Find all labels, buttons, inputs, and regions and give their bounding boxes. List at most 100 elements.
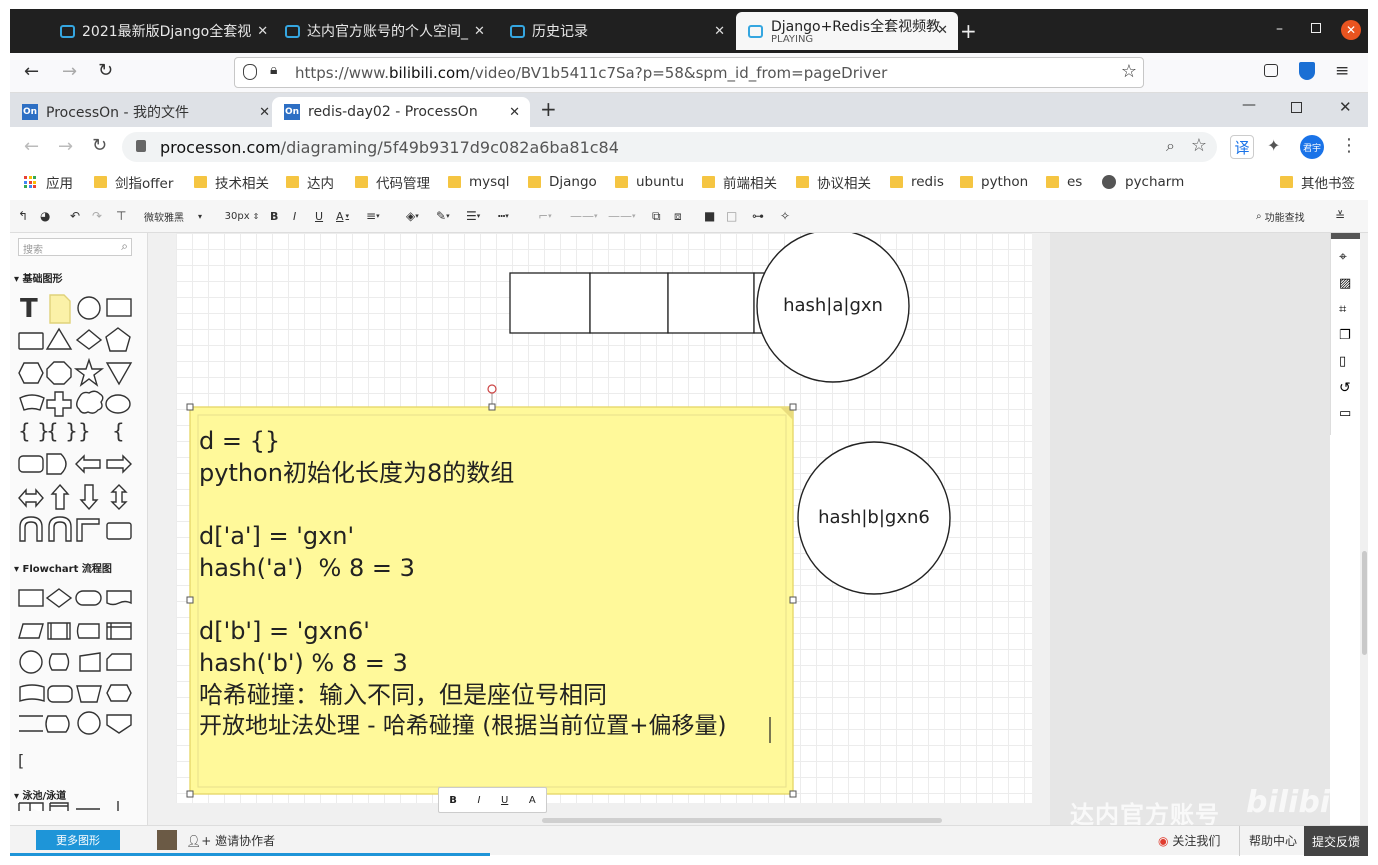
more-shapes-button[interactable]: 更多图形 — [36, 830, 120, 850]
chrome-tab-1[interactable]: On ProcessOn - 我的文件 ✕ — [22, 97, 270, 127]
fill-color-icon[interactable]: ◈ ▾ — [406, 208, 419, 224]
collapse-icon[interactable]: ≚ — [1335, 208, 1345, 224]
chrome-omnibox[interactable]: processon.com/diagraming/5f49b9317d9c082… — [122, 132, 1217, 162]
user-avatar[interactable] — [157, 830, 177, 850]
bold-button[interactable]: B — [270, 208, 278, 224]
undo-arrow-icon[interactable]: ↰ — [18, 208, 28, 224]
firefox-tab-3[interactable]: 历史记录 ✕ — [510, 9, 725, 53]
scroll-thumb[interactable] — [1362, 551, 1367, 655]
shape-grid[interactable]: T { } { } } {[ — [10, 291, 140, 811]
help-center-link[interactable]: 帮助中心 — [1249, 832, 1297, 849]
array-cell-1[interactable] — [509, 272, 591, 334]
vertical-scrollbar[interactable] — [1360, 233, 1368, 825]
invite-collaborator[interactable]: 👤︎+ 邀请协作者 — [186, 832, 275, 849]
font-family-select[interactable]: 微软雅黑 ▾ — [144, 208, 204, 224]
unlock-icon[interactable]: □ — [726, 208, 737, 224]
bookmark-folder[interactable]: es — [1046, 172, 1082, 192]
bring-front-icon[interactable]: ⧉ — [652, 208, 661, 224]
more-icon[interactable]: ⋮ — [1340, 135, 1358, 156]
line-width-icon[interactable]: ☰ ▾ — [466, 208, 480, 224]
close-icon[interactable]: ✕ — [474, 24, 485, 39]
new-tab-icon[interactable]: + — [540, 97, 557, 121]
note-text[interactable]: d = {} python初始化长度为8的数组 d['a'] = 'gxn' h… — [199, 426, 789, 743]
format-painter-icon[interactable]: ◕ — [40, 208, 50, 224]
bookmark-apps[interactable]: 应用 — [24, 172, 73, 192]
diagram-canvas[interactable]: hash|a|gxn hash|b|gxn6 d = {} python初始化长… — [148, 233, 1050, 825]
bookmark-folder[interactable]: Django — [528, 172, 597, 192]
bookmark-site[interactable]: pycharm — [1102, 172, 1184, 192]
bookmark-folder[interactable]: ubuntu — [615, 172, 684, 192]
brush-icon[interactable]: ⊤ — [116, 208, 126, 224]
array-cell-3[interactable] — [667, 272, 755, 334]
reload-icon[interactable]: ↻ — [92, 135, 107, 156]
bookmark-folder[interactable]: 达内 — [286, 172, 334, 192]
rotate-handle[interactable] — [487, 384, 497, 394]
lock-icon[interactable]: 🔒︎ — [270, 62, 277, 78]
font-color-button[interactable]: A ▾ — [336, 208, 349, 224]
forward-icon[interactable]: → — [62, 61, 77, 82]
underline-button[interactable]: U — [315, 208, 323, 224]
restore-icon[interactable] — [1291, 102, 1302, 113]
pocket-icon[interactable] — [1264, 64, 1278, 77]
array-cell-2[interactable] — [589, 272, 669, 334]
align-icon[interactable]: ≡ ▾ — [366, 208, 380, 224]
bookmark-folder[interactable]: mysql — [448, 172, 510, 192]
bookmark-folder[interactable]: 技术相关 — [194, 172, 269, 192]
star-icon[interactable]: ☆ — [1191, 135, 1207, 156]
document-icon[interactable]: ▯ — [1339, 354, 1346, 369]
maximize-icon[interactable] — [1311, 23, 1321, 33]
feature-search[interactable]: ⌕ 功能查找 — [1256, 208, 1305, 224]
minimize-icon[interactable]: – — [1276, 21, 1283, 37]
link-icon[interactable]: ⊶ — [752, 208, 764, 224]
firefox-tab-2[interactable]: 达内官方账号的个人空间_ ✕ — [285, 9, 485, 53]
bold-button[interactable]: B — [449, 795, 457, 806]
shield-icon[interactable] — [243, 64, 257, 80]
line-color-icon[interactable]: ✎ ▾ — [436, 208, 450, 224]
minimize-icon[interactable]: — — [1242, 97, 1256, 113]
avatar[interactable]: 君宇 — [1300, 135, 1324, 159]
back-icon[interactable]: ← — [24, 61, 39, 82]
window-close-icon[interactable]: ✕ — [1341, 20, 1361, 40]
line-style-icon[interactable]: ┅ ▾ — [498, 208, 509, 224]
translate-icon[interactable]: 译 — [1230, 135, 1254, 159]
comment-icon[interactable]: ▭ — [1339, 406, 1351, 421]
redo-icon[interactable]: ↷ — [92, 208, 102, 224]
lock-icon[interactable]: ■ — [704, 208, 715, 224]
bookmark-folder[interactable]: 前端相关 — [702, 172, 777, 192]
bookmark-folder[interactable]: 代码管理 — [355, 172, 430, 192]
section-basic-shapes[interactable]: ▾ 基础图形 — [14, 270, 63, 285]
bookmark-folder[interactable]: 协议相关 — [796, 172, 871, 192]
bookmark-folder[interactable]: python — [960, 172, 1028, 192]
page-setup-icon[interactable]: ⌗ — [1339, 302, 1346, 317]
image-icon[interactable]: ▨ — [1339, 276, 1351, 291]
italic-button[interactable]: I — [293, 208, 296, 224]
back-icon[interactable]: ← — [24, 136, 39, 157]
zoom-icon[interactable]: ⌕ — [1166, 136, 1175, 156]
follow-us-link[interactable]: ◉ 关注我们 — [1158, 832, 1220, 849]
shape-search-input[interactable]: 搜索 ⌕ — [18, 238, 132, 256]
navigator-icon[interactable]: ⌖ — [1339, 249, 1347, 265]
forward-icon[interactable]: → — [58, 136, 73, 157]
reload-icon[interactable]: ↻ — [98, 60, 113, 81]
close-icon[interactable]: ✕ — [257, 24, 268, 39]
close-icon[interactable]: ✕ — [509, 105, 520, 120]
extensions-icon[interactable]: ✦ — [1267, 136, 1280, 155]
font-color-button[interactable]: A — [529, 795, 536, 806]
close-icon[interactable]: ✕ — [714, 24, 725, 39]
firefox-tab-1[interactable]: 2021最新版Django全套视 ✕ — [60, 9, 268, 53]
connector-icon[interactable]: ⌐ ▾ — [538, 208, 552, 224]
bookmark-folder[interactable]: redis — [890, 172, 944, 192]
line-end-icon[interactable]: —— ▾ — [608, 208, 636, 224]
bookmark-star-icon[interactable]: ☆ — [1121, 61, 1137, 82]
bookmark-folder[interactable]: 剑指offer — [94, 172, 173, 192]
font-size-select[interactable]: 30px ⇕ — [222, 208, 262, 224]
horizontal-scrollbar[interactable] — [542, 818, 942, 823]
feedback-button[interactable]: 提交反馈 — [1304, 826, 1368, 856]
close-icon[interactable]: ✕ — [259, 105, 270, 120]
undo-icon[interactable]: ↶ — [70, 208, 80, 224]
chrome-tab-2[interactable]: On redis-day02 - ProcessOn ✕ — [272, 97, 530, 127]
send-back-icon[interactable]: ⧈ — [674, 208, 682, 224]
underline-button[interactable]: U — [501, 795, 508, 806]
italic-button[interactable]: I — [477, 795, 480, 806]
pages-icon[interactable]: ❐ — [1339, 328, 1351, 343]
